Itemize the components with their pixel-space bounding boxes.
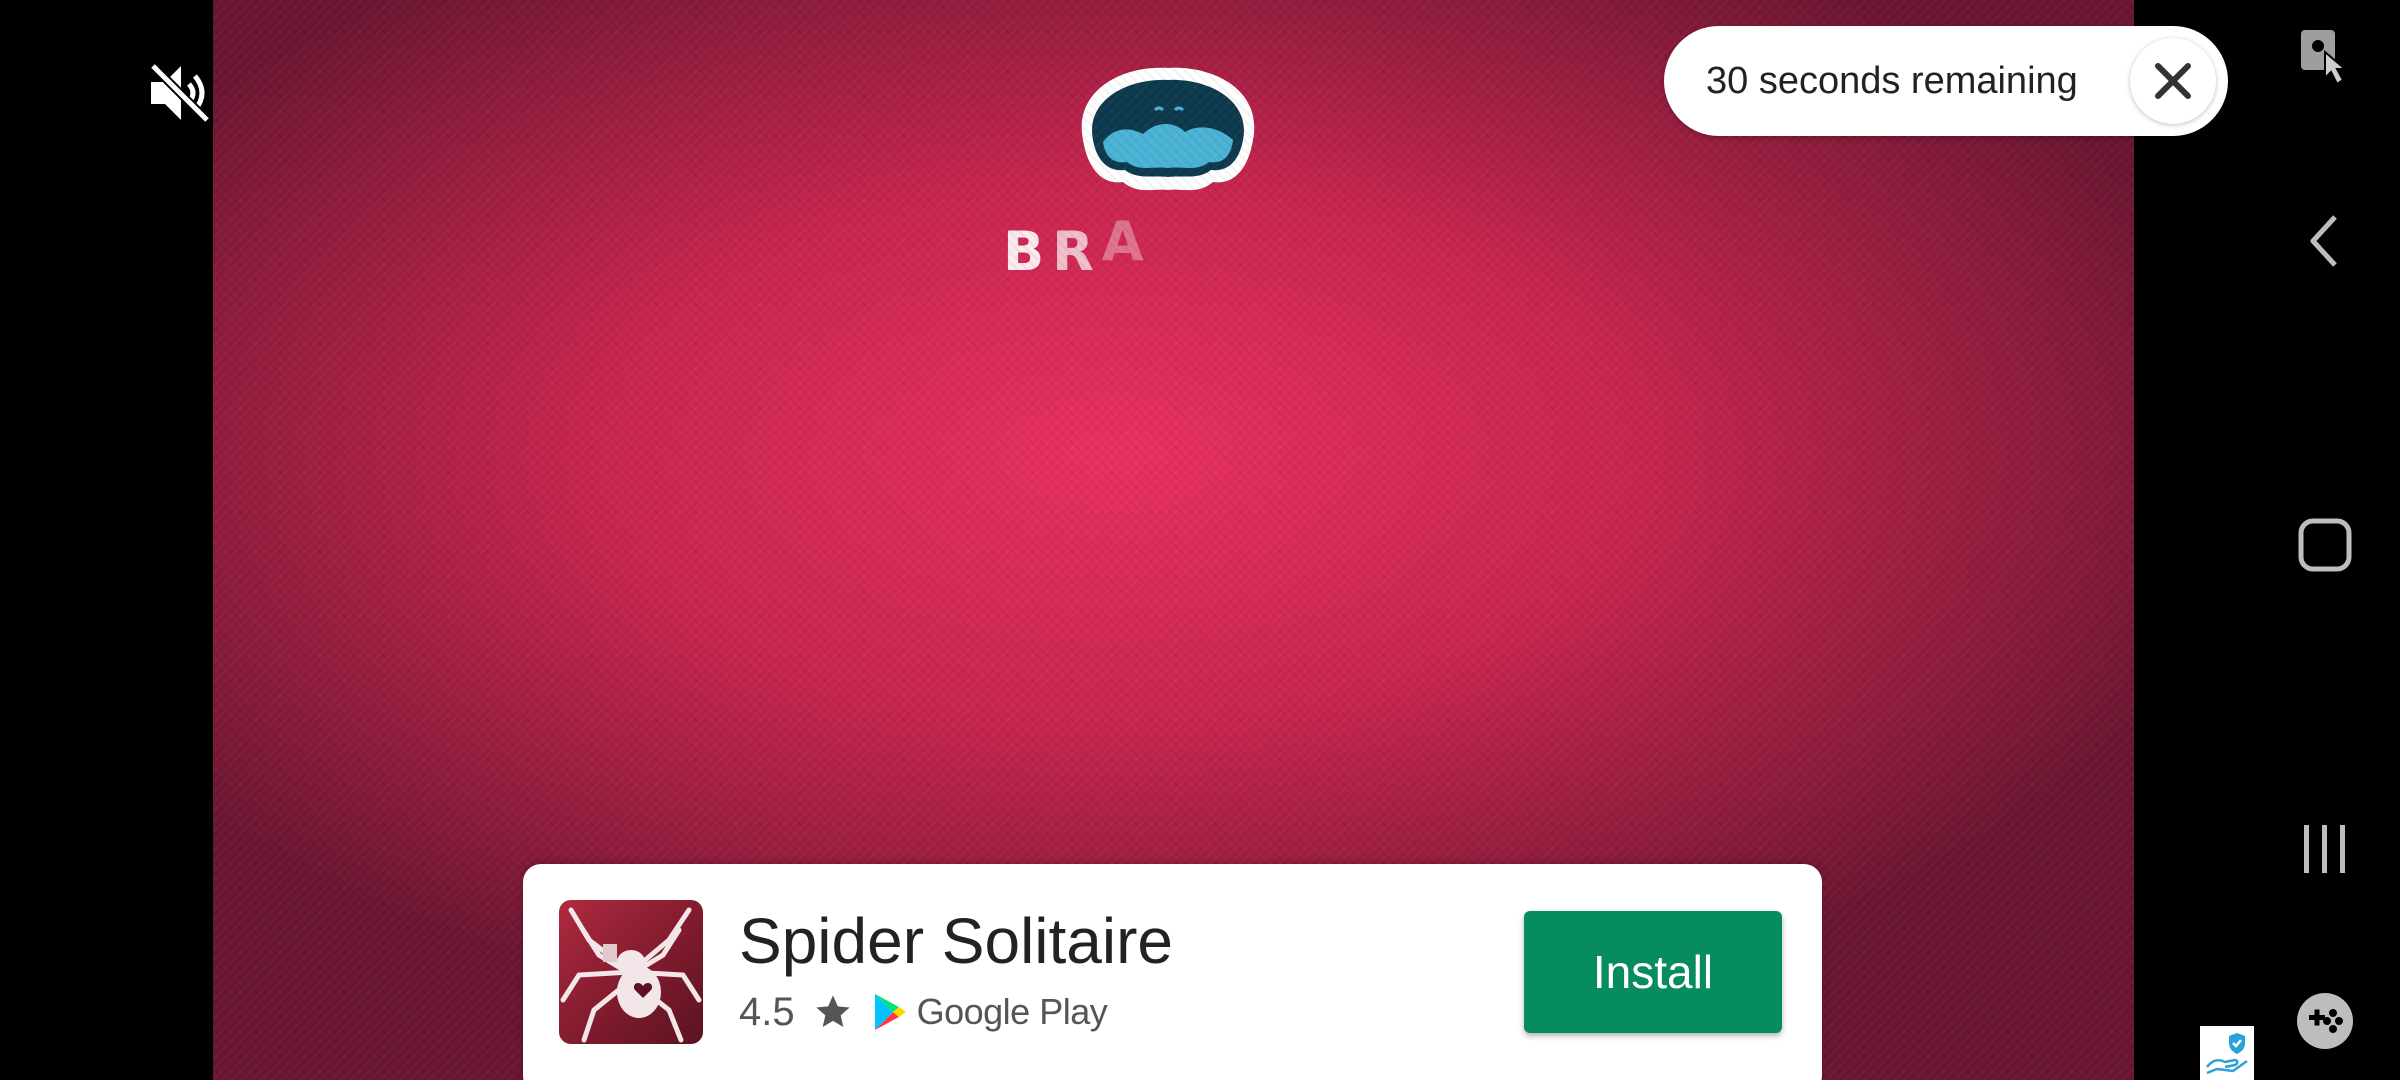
- rating-value: 4.5: [739, 989, 795, 1034]
- recents-button[interactable]: [2290, 814, 2360, 884]
- ad-protection-icon: [2206, 1033, 2248, 1075]
- left-letterbox: [0, 0, 213, 1080]
- app-name: Spider Solitaire: [739, 905, 1173, 977]
- screen-lock-touch-button[interactable]: [2290, 20, 2360, 90]
- home-icon: [2298, 518, 2352, 572]
- volume-off-icon: [149, 62, 211, 123]
- brand-text: BRA: [1003, 210, 1152, 283]
- ad-timer-pill: 30 seconds remaining: [1664, 26, 2228, 136]
- close-ad-button[interactable]: [2130, 38, 2216, 124]
- install-card[interactable]: Spider Solitaire 4.5 Google Play Install: [523, 864, 1822, 1080]
- back-button[interactable]: [2290, 206, 2360, 276]
- star-icon: [815, 995, 850, 1027]
- screen-lock-touch-icon: [2301, 30, 2348, 86]
- home-button[interactable]: [2290, 510, 2360, 580]
- navigation-bar: [2134, 0, 2400, 1080]
- brand-letter: R: [1052, 220, 1102, 283]
- screen: BRA 30 seconds remaining Spider Solitair…: [0, 0, 2400, 1080]
- close-icon: [2155, 63, 2191, 99]
- spider-icon: [560, 907, 702, 1043]
- store-name: Google Play: [916, 991, 1108, 1032]
- mute-button[interactable]: [140, 55, 220, 130]
- install-button[interactable]: Install: [1524, 911, 1782, 1033]
- google-play-icon: [874, 994, 906, 1030]
- game-tools-icon: [2297, 993, 2353, 1049]
- recents-icon: [2304, 825, 2345, 873]
- brand-logo: [1081, 67, 1255, 191]
- brand-letter: B: [1003, 220, 1053, 283]
- game-tools-button[interactable]: [2290, 986, 2360, 1056]
- brand-letter: A: [1101, 210, 1152, 273]
- timer-text: 30 seconds remaining: [1706, 59, 2078, 102]
- rating-row: 4.5 Google Play: [739, 984, 1108, 1040]
- back-icon: [2310, 215, 2337, 267]
- app-icon: [559, 900, 703, 1044]
- adchoices-badge[interactable]: [2200, 1026, 2254, 1080]
